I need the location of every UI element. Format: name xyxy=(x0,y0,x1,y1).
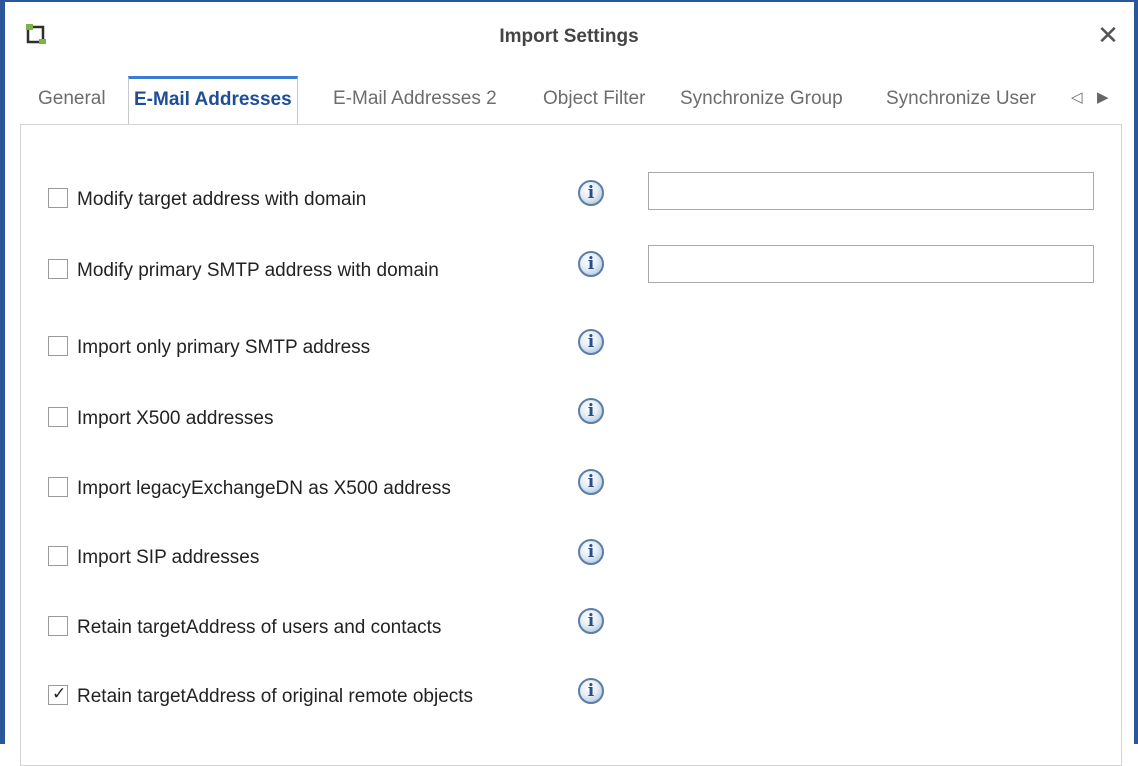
option-label: Retain targetAddress of original remote … xyxy=(77,686,474,707)
checkbox-import-legacy-exchange-dn[interactable] xyxy=(48,477,68,497)
checkbox-retain-target-address-users[interactable] xyxy=(48,616,68,636)
checkmark-icon: ✓ xyxy=(52,684,67,703)
checkbox-modify-target-address[interactable] xyxy=(48,188,68,208)
info-icon[interactable]: i xyxy=(578,251,604,277)
option-label: Modify target address with domain xyxy=(77,189,367,210)
info-icon[interactable]: i xyxy=(578,539,604,565)
info-icon[interactable]: i xyxy=(578,398,604,424)
tab-synchronize-user[interactable]: Synchronize User xyxy=(886,88,1036,110)
info-icon[interactable]: i xyxy=(578,608,604,634)
option-label: Import SIP addresses xyxy=(77,547,260,568)
window-title: Import Settings xyxy=(499,26,639,47)
settings-panel xyxy=(20,124,1122,766)
smtp-domain-input[interactable] xyxy=(648,245,1094,283)
checkbox-modify-primary-smtp[interactable] xyxy=(48,259,68,279)
checkbox-import-sip[interactable] xyxy=(48,546,68,566)
tab-synchronize-group[interactable]: Synchronize Group xyxy=(680,88,843,110)
tab-scroll-left-icon[interactable]: ◁ xyxy=(1071,88,1083,106)
info-icon[interactable]: i xyxy=(578,329,604,355)
option-label: Import only primary SMTP address xyxy=(77,337,371,358)
option-label: Modify primary SMTP address with domain xyxy=(77,260,439,281)
tab-scroll-right-icon[interactable]: ▶ xyxy=(1097,88,1109,106)
info-icon[interactable]: i xyxy=(578,180,604,206)
target-domain-input[interactable] xyxy=(648,172,1094,210)
option-label: Retain targetAddress of users and contac… xyxy=(77,617,442,638)
option-label: Import X500 addresses xyxy=(77,408,274,429)
info-icon[interactable]: i xyxy=(578,678,604,704)
close-icon[interactable]: ✕ xyxy=(1095,20,1121,50)
checkbox-import-x500[interactable] xyxy=(48,407,68,427)
checkbox-import-primary-smtp-only[interactable] xyxy=(48,336,68,356)
tab-object-filter[interactable]: Object Filter xyxy=(543,88,645,110)
checkbox-retain-target-address-remote[interactable]: ✓ xyxy=(48,684,68,705)
tab-general[interactable]: General xyxy=(38,88,106,110)
tab-e-mail-addresses-2[interactable]: E-Mail Addresses 2 xyxy=(333,88,497,110)
tab-bar: General E-Mail Addresses E-Mail Addresse… xyxy=(0,76,1138,130)
info-icon[interactable]: i xyxy=(578,469,604,495)
option-label: Import legacyExchangeDN as X500 address xyxy=(77,478,451,499)
tab-e-mail-addresses[interactable]: E-Mail Addresses xyxy=(128,76,298,125)
